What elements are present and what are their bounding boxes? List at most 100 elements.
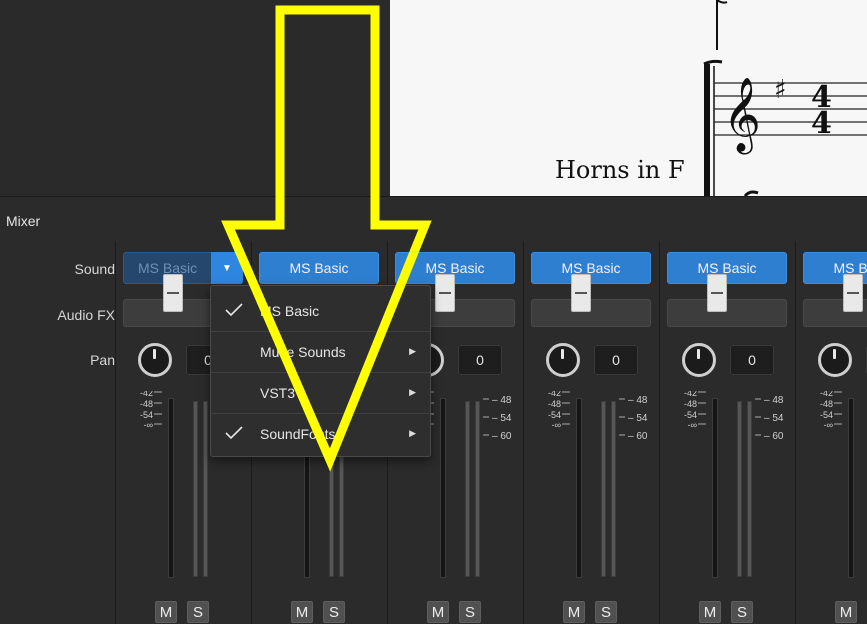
menu-item-label: VST3 [260, 384, 296, 401]
meter-scale-tick-label: – 54 [628, 413, 648, 424]
svg-text:𝄞: 𝄞 [723, 78, 761, 155]
meter-scale-tick-label: – 60 [628, 431, 648, 442]
level-meter-left [601, 401, 606, 577]
mixer-channel-strip: MS Basic01260-6-12-18-24-30-36-42-48-54-… [795, 241, 867, 624]
menu-item-label: Muse Sounds [260, 343, 346, 360]
score-page[interactable]: 𝄞 ♯ 4 4 Horns in F [390, 0, 867, 196]
fader-scale-tick-label: -∞ [552, 420, 561, 430]
solo-button[interactable]: S [187, 601, 209, 623]
fader-scale: 1260-6-12-18-24-30-36-42-48-54-∞– 0– 6– … [684, 391, 784, 442]
fader-scale-tick-label: -54 [684, 410, 697, 420]
volume-fader-track[interactable] [848, 398, 854, 578]
fader-scale-tick-label: -∞ [144, 420, 153, 430]
pan-value-field[interactable]: 0 [730, 345, 774, 375]
fader-scale-tick-label: -48 [548, 399, 561, 409]
level-meter-left [465, 401, 470, 577]
menu-item-label: MS Basic [260, 302, 320, 319]
pan-row-label: Pan [90, 352, 115, 368]
mute-button[interactable]: M [699, 601, 721, 623]
mixer-title: Mixer [6, 213, 41, 229]
fader-scale: 1260-6-12-18-24-30-36-42-48-54-∞– 0– 6– … [820, 391, 842, 430]
level-meter-right [203, 401, 208, 577]
sound-row-label: Sound [74, 261, 115, 277]
chevron-right-icon: ▶ [409, 428, 416, 438]
menu-item-vst3[interactable]: VST3 ▶ [211, 372, 430, 413]
sound-select-button[interactable]: MS Basic [259, 252, 379, 284]
mute-button[interactable]: M [835, 601, 857, 623]
sound-select-button[interactable]: MS Basic [531, 252, 651, 284]
pan-knob[interactable] [138, 343, 172, 377]
fader-scale-tick-label: -∞ [688, 420, 697, 430]
menu-item-ms-basic[interactable]: MS Basic [211, 290, 430, 331]
mixer-panel: Mixer Sound Audio FX Pan MS Basic ▼ 0 1260-… [0, 196, 867, 624]
score-background [0, 0, 390, 196]
volume-fader-handle[interactable] [571, 274, 591, 312]
fader-scale-tick-label: -∞ [824, 420, 833, 430]
pan-value-field[interactable]: 0 [594, 345, 638, 375]
pan-knob[interactable] [818, 343, 852, 377]
level-meter-right [475, 401, 480, 577]
volume-fader-handle[interactable] [163, 274, 183, 312]
fader-scale-tick-label: -54 [820, 410, 833, 420]
meter-scale-tick-label: – 60 [492, 431, 512, 442]
fader-scale-tick-label: -42 [140, 391, 153, 398]
volume-fader-handle[interactable] [843, 274, 863, 312]
solo-button[interactable]: S [595, 601, 617, 623]
menu-item-muse-sounds[interactable]: Muse Sounds ▶ [211, 331, 430, 372]
volume-fader-track[interactable] [440, 398, 446, 578]
audio-fx-row-label: Audio FX [57, 307, 115, 323]
fader-scale-tick-label: -42 [820, 391, 833, 398]
menu-item-soundfonts[interactable]: SoundFonts ▶ [211, 413, 430, 454]
mixer-channel-strip: MS Basic 0 1260-6-12-18-24-30-36-42-48-54-… [523, 241, 659, 624]
volume-fader-track[interactable] [168, 398, 174, 578]
meter-scale-tick-label: – 54 [492, 413, 512, 424]
chevron-right-icon: ▶ [409, 346, 416, 356]
sound-select-button[interactable]: MS Basic [667, 252, 787, 284]
fader-scale-tick-label: -54 [140, 410, 153, 420]
meter-scale-tick-label: – 60 [764, 431, 784, 442]
fader-scale-tick-label: -48 [140, 399, 153, 409]
volume-fader-handle[interactable] [707, 274, 727, 312]
fader-scale-tick-label: -48 [820, 399, 833, 409]
app-window: 𝄞 ♯ 4 4 Horns in F Mixer Sound Audio FX … [0, 0, 867, 624]
audio-fx-slot[interactable] [667, 299, 787, 327]
chevron-down-icon[interactable]: ▼ [211, 252, 243, 284]
fader-scale-tick-label: -42 [684, 391, 697, 398]
fader-scale-tick-label: -42 [548, 391, 561, 398]
volume-fader-handle[interactable] [435, 274, 455, 312]
meter-scale-tick-label: – 48 [764, 395, 784, 406]
fader-scale: 1260-6-12-18-24-30-36-42-48-54-∞– 0– 6– … [548, 391, 648, 442]
mixer-row-labels: Sound Audio FX Pan [0, 241, 115, 624]
solo-button[interactable]: S [459, 601, 481, 623]
mute-button[interactable]: M [427, 601, 449, 623]
level-meter-right [747, 401, 752, 577]
level-meter-left [193, 401, 198, 577]
svg-text:♯: ♯ [774, 75, 787, 105]
audio-fx-slot[interactable] [531, 299, 651, 327]
level-meter-right [611, 401, 616, 577]
fader-scale-tick-label: -48 [684, 399, 697, 409]
pan-knob[interactable] [682, 343, 716, 377]
solo-button[interactable]: S [323, 601, 345, 623]
meter-scale-tick-label: – 54 [764, 413, 784, 424]
pan-knob[interactable] [546, 343, 580, 377]
fader-scale-tick-label: -54 [548, 410, 561, 420]
mixer-channel-strip: MS Basic 0 1260-6-12-18-24-30-36-42-48-54-… [659, 241, 795, 624]
checkmark-icon [225, 426, 243, 440]
mute-button[interactable]: M [563, 601, 585, 623]
sound-dropdown-menu: MS Basic Muse Sounds ▶ VST3 ▶ SoundFonts… [210, 285, 431, 457]
mute-button[interactable]: M [155, 601, 177, 623]
sound-select-button[interactable]: MS Basic [395, 252, 515, 284]
solo-button[interactable]: S [731, 601, 753, 623]
meter-scale-tick-label: – 48 [492, 395, 512, 406]
menu-item-label: SoundFonts [260, 425, 336, 442]
pan-value-field[interactable]: 0 [458, 345, 502, 375]
mute-button[interactable]: M [291, 601, 313, 623]
chevron-right-icon: ▶ [409, 387, 416, 397]
level-meter-left [737, 401, 742, 577]
meter-scale-tick-label: – 48 [628, 395, 648, 406]
volume-fader-track[interactable] [576, 398, 582, 578]
instrument-name-label: Horns in F [555, 156, 685, 184]
volume-fader-track[interactable] [712, 398, 718, 578]
checkmark-icon [225, 303, 243, 317]
